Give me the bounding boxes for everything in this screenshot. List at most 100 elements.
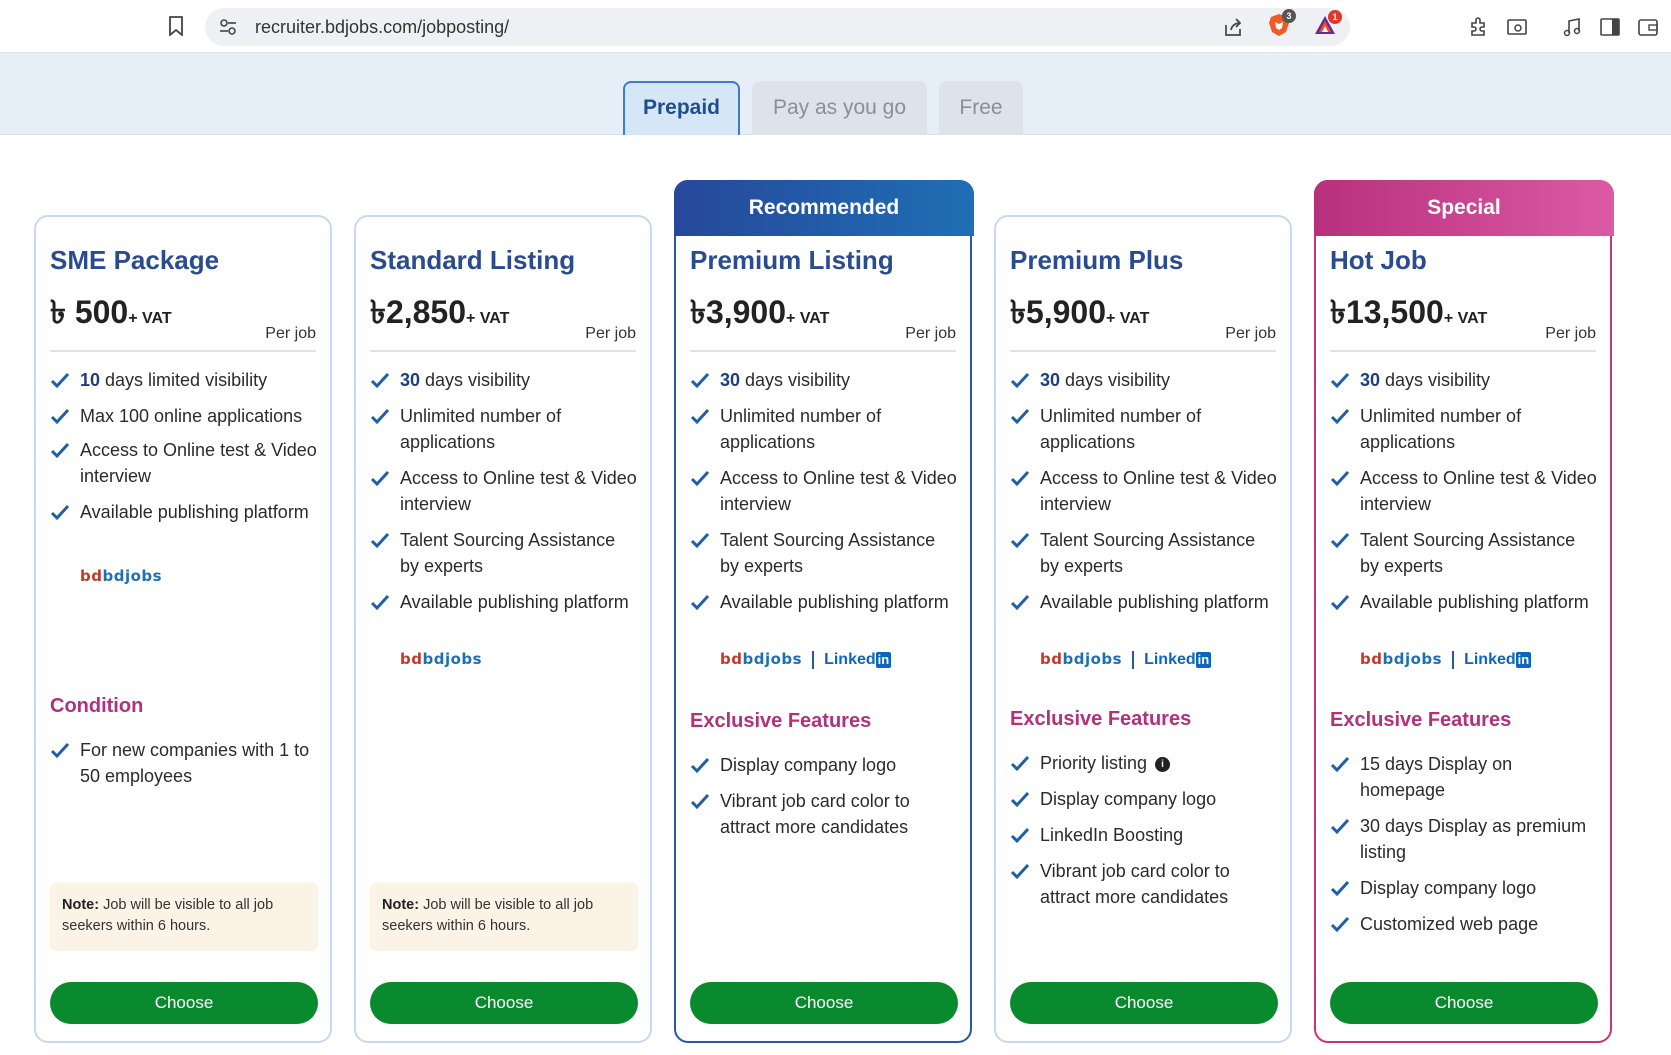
list-item: Unlimited number of applications: [370, 403, 638, 455]
list-item: Display company logo: [1010, 786, 1278, 812]
logo-separator: [812, 650, 815, 669]
check-icon: [1010, 532, 1030, 549]
media-icon[interactable]: [1561, 16, 1583, 38]
list-item: Max 100 online applications: [50, 403, 318, 429]
publishing-platform-logos: bdbdjobs Linked in: [720, 650, 892, 669]
feature-list: 30 days visibility Unlimited number of a…: [370, 367, 638, 625]
wallet-icon[interactable]: [1637, 16, 1659, 38]
list-item: Talent Sourcing Assistance by experts: [1010, 527, 1278, 579]
recommended-ribbon: Recommended: [674, 180, 974, 236]
list-item: 10 days limited visibility: [50, 367, 318, 393]
choose-button[interactable]: Choose: [690, 982, 958, 1024]
exclusive-features-heading: Exclusive Features: [1010, 708, 1192, 730]
feature-list: 30 days visibility Unlimited number of a…: [1010, 367, 1278, 625]
list-item: Available publishing platform: [50, 499, 318, 525]
feature-list: 10 days limited visibility Max 100 onlin…: [50, 367, 318, 535]
choose-button[interactable]: Choose: [1330, 982, 1598, 1024]
list-item: Access to Online test & Video interview: [690, 465, 958, 517]
check-icon: [1010, 863, 1030, 880]
check-icon: [1330, 818, 1350, 835]
per-job-label: Per job: [905, 325, 956, 342]
exclusive-features-list: 15 days Display on homepage 30 days Disp…: [1330, 751, 1598, 947]
brave-rewards-icon[interactable]: 1: [1314, 10, 1342, 36]
check-icon: [370, 532, 390, 549]
check-icon: [690, 470, 710, 487]
check-icon: [50, 442, 70, 459]
list-item: 30 days visibility: [1010, 367, 1278, 393]
bdjobs-logo: bdbdjobs: [80, 567, 163, 585]
url-text[interactable]: recruiter.bdjobs.com/jobposting/: [255, 17, 509, 38]
per-job-label: Per job: [585, 325, 636, 342]
plan-price: ৳13,500+ VAT: [1330, 294, 1488, 330]
plan-card-sme: SME Package ৳ 500+ VAT Per job 10 days l…: [34, 215, 332, 1043]
plan-title: Premium Listing: [690, 245, 894, 275]
check-icon: [1330, 372, 1350, 389]
choose-button[interactable]: Choose: [50, 982, 318, 1024]
share-icon[interactable]: [1223, 17, 1243, 37]
check-icon: [1010, 372, 1030, 389]
divider: [1330, 350, 1596, 352]
note-box: Note: Job will be visible to all job see…: [370, 883, 638, 951]
check-icon: [370, 470, 390, 487]
list-item: Access to Online test & Video interview: [1010, 465, 1278, 517]
feature-list: 30 days visibility Unlimited number of a…: [1330, 367, 1598, 625]
list-item: Talent Sourcing Assistance by experts: [1330, 527, 1598, 579]
list-item: Priority listing i: [1010, 750, 1278, 776]
plan-price: ৳ 500+ VAT: [50, 294, 172, 330]
list-item: Customized web page: [1330, 911, 1598, 937]
extensions-icon[interactable]: [1468, 16, 1490, 38]
shields-badge: 3: [1282, 9, 1296, 23]
list-item: Available publishing platform: [370, 589, 638, 615]
tab-free[interactable]: Free: [939, 81, 1023, 135]
check-icon: [690, 793, 710, 810]
exclusive-features-heading: Exclusive Features: [1330, 709, 1512, 731]
exclusive-features-list: Display company logo Vibrant job card co…: [690, 752, 958, 850]
logo-separator: [1452, 650, 1455, 669]
list-item: 30 days visibility: [1330, 367, 1598, 393]
plan-title: Premium Plus: [1010, 245, 1184, 275]
publishing-platform-logos: bdbdjobs: [400, 650, 482, 669]
list-item: Available publishing platform: [1330, 589, 1598, 615]
check-icon: [50, 372, 70, 389]
plan-title: Standard Listing: [370, 245, 576, 275]
divider: [370, 350, 636, 352]
list-item: Available publishing platform: [690, 589, 958, 615]
choose-button[interactable]: Choose: [370, 982, 638, 1024]
plan-price: ৳2,850+ VAT: [370, 294, 510, 330]
check-icon: [1330, 594, 1350, 611]
list-item: Access to Online test & Video interview: [1330, 465, 1598, 517]
check-icon: [1330, 532, 1350, 549]
list-item: Access to Online test & Video interview: [50, 437, 318, 489]
tab-pay-as-you-go[interactable]: Pay as you go: [752, 81, 927, 135]
publishing-platform-logos: bdbdjobs Linked in: [1360, 650, 1532, 669]
tab-prepaid[interactable]: Prepaid: [623, 81, 740, 135]
condition-list: For new companies with 1 to 50 employees: [50, 737, 318, 799]
linkedin-logo: Linked in: [1144, 651, 1212, 668]
browser-toolbar: recruiter.bdjobs.com/jobposting/ 3 1: [0, 0, 1671, 53]
linkedin-logo: Linked in: [824, 651, 892, 668]
plan-title: SME Package: [50, 245, 220, 275]
check-icon: [50, 742, 70, 759]
per-job-label: Per job: [1225, 325, 1276, 342]
reader-mode-icon[interactable]: [1506, 16, 1528, 38]
check-icon: [1010, 470, 1030, 487]
list-item: LinkedIn Boosting: [1010, 822, 1278, 848]
check-icon: [1010, 408, 1030, 425]
bookmark-icon[interactable]: [168, 16, 184, 36]
list-item: 15 days Display on homepage: [1330, 751, 1598, 803]
sidebar-icon[interactable]: [1599, 16, 1621, 38]
choose-button[interactable]: Choose: [1010, 982, 1278, 1024]
plan-card-standard: Standard Listing ৳2,850+ VAT Per job 30 …: [354, 215, 652, 1043]
site-settings-icon[interactable]: [219, 19, 237, 35]
list-item: For new companies with 1 to 50 employees: [50, 737, 318, 789]
check-icon: [1330, 916, 1350, 933]
list-item: 30 days Display as premium listing: [1330, 813, 1598, 865]
list-item: Unlimited number of applications: [1330, 403, 1598, 455]
plan-card-hot-job: Special Hot Job ৳13,500+ VAT Per job 30 …: [1314, 180, 1614, 1043]
info-icon[interactable]: i: [1155, 756, 1171, 772]
address-bar[interactable]: recruiter.bdjobs.com/jobposting/: [205, 8, 1350, 46]
brave-shields-icon[interactable]: 3: [1268, 9, 1296, 37]
exclusive-features-list: Priority listing i Display company logo L…: [1010, 750, 1278, 920]
check-icon: [1330, 470, 1350, 487]
check-icon: [50, 504, 70, 521]
